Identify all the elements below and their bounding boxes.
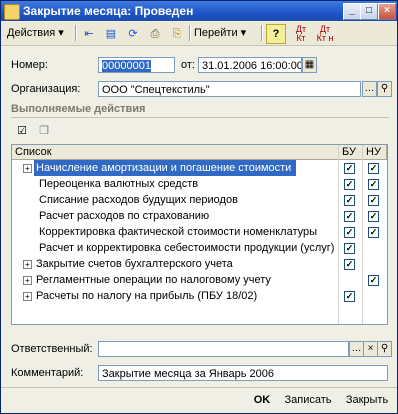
number-label: Номер: [11, 59, 48, 71]
title-bar[interactable]: Закрытие месяца: Проведен _ □ × [1, 1, 397, 21]
table-row[interactable]: + Закрытие счетов бухгалтерского учета ✓ [12, 256, 387, 272]
bu-checkbox[interactable]: ✓ [344, 163, 355, 174]
bu-checkbox[interactable]: ✓ [344, 179, 355, 190]
number-field[interactable]: 00000001 [98, 57, 175, 73]
print-icon[interactable]: ⎙ [145, 24, 165, 44]
column-header-bu: БУ [339, 145, 363, 159]
bu-checkbox[interactable]: ✓ [344, 259, 355, 270]
nu-checkbox[interactable]: ✓ [368, 163, 379, 174]
date-label: от: [181, 59, 195, 71]
nu-checkbox[interactable]: ✓ [368, 275, 379, 286]
row-label: Списание расходов будущих периодов [39, 194, 238, 206]
row-label: Переоценка валютных средств [39, 178, 199, 190]
minimize-button[interactable]: _ [343, 3, 361, 20]
table-row[interactable]: Переоценка валютных средств ✓ ✓ [12, 176, 387, 192]
nu-checkbox[interactable]: ✓ [368, 195, 379, 206]
comment-value: Закрытие месяца за Январь 2006 [102, 368, 275, 380]
table-row[interactable]: + Расчеты по налогу на прибыль (ПБУ 18/0… [12, 288, 387, 304]
select-ellipsis-button[interactable]: … [349, 341, 364, 357]
document-window: Закрытие месяца: Проведен _ □ × Действия… [0, 0, 398, 414]
table-header: Список БУ НУ [12, 145, 387, 160]
column-header-list: Список [12, 145, 339, 159]
row-label: Расчеты по налогу на прибыль (ПБУ 18/02) [36, 290, 258, 302]
table-row[interactable]: Списание расходов будущих периодов ✓ ✓ [12, 192, 387, 208]
document-icon [4, 4, 20, 20]
toolbar-separator [75, 25, 77, 41]
close-button[interactable]: Закрыть [341, 390, 393, 410]
dt-kt-label: Дт Кт [295, 24, 307, 43]
help-label: ? [272, 28, 280, 40]
bottom-bar: OK Записать Закрыть [1, 387, 397, 413]
responsible-label: Ответственный: [11, 343, 93, 355]
toolbar: Действия ▾ ⇤ ▤ ⟳ ⎙ ⎘ Перейти ▾ ? Дт Кт Д… [1, 22, 397, 46]
copy-document-icon[interactable]: ⎘ [167, 24, 187, 44]
bu-checkbox[interactable]: ✓ [344, 195, 355, 206]
table-row[interactable]: Корректировка фактической стоимости номе… [12, 224, 387, 240]
arrow-left-icon[interactable]: ⇤ [79, 24, 99, 44]
organization-value: ООО "Спецтекстиль" [102, 84, 210, 96]
organization-label: Организация: [11, 83, 81, 95]
search-icon[interactable]: ⚲ [377, 341, 392, 357]
number-value: 00000001 [102, 60, 151, 72]
document-edit-icon[interactable]: ▤ [101, 24, 121, 44]
calendar-icon[interactable]: ▦ [302, 57, 317, 73]
comment-label: Комментарий: [11, 367, 84, 379]
goto-menu-label: Перейти [194, 27, 238, 39]
organization-field[interactable]: ООО "Спецтекстиль" [98, 81, 361, 97]
row-label: Закрытие счетов бухгалтерского учета [36, 258, 233, 270]
help-icon[interactable]: ? [266, 24, 286, 44]
table-row[interactable]: Расчет и корректировка себестоимости про… [12, 240, 387, 256]
bu-checkbox[interactable]: ✓ [344, 211, 355, 222]
comment-field[interactable]: Закрытие месяца за Январь 2006 [98, 365, 388, 381]
actions-menu[interactable]: Действия ▾ [7, 24, 64, 42]
goto-menu[interactable]: Перейти ▾ [194, 24, 246, 42]
bu-checkbox[interactable]: ✓ [344, 291, 355, 302]
bu-checkbox[interactable]: ✓ [344, 243, 355, 254]
expand-icon[interactable]: + [23, 164, 32, 173]
bu-checkbox[interactable]: ✓ [344, 227, 355, 238]
row-label: Корректировка фактической стоимости номе… [39, 226, 318, 238]
nu-checkbox[interactable]: ✓ [368, 179, 379, 190]
maximize-button[interactable]: □ [360, 3, 378, 20]
dt-kt-n-label: Дт Кт н [316, 24, 334, 43]
dt-kt-n-icon[interactable]: Дт Кт н [315, 24, 335, 44]
uncheck-all-icon[interactable]: ❐ [35, 122, 53, 140]
clear-icon[interactable]: × [363, 341, 378, 357]
table-row[interactable]: + Регламентные операции по налоговому уч… [12, 272, 387, 288]
actions-menu-label: Действия [7, 27, 56, 39]
close-window-button[interactable]: × [378, 3, 396, 20]
date-value: 31.01.2006 16:00:00 [202, 60, 302, 72]
row-label: Расчет расходов по страхованию [39, 210, 210, 222]
expand-icon[interactable]: + [23, 260, 32, 269]
row-label: Начисление амортизации и погашение стоим… [34, 160, 296, 176]
toolbar-separator [189, 25, 191, 41]
save-button[interactable]: Записать [281, 390, 335, 410]
window-title: Закрытие месяца: Проведен [23, 4, 194, 18]
section-title: Выполняемые действия [11, 103, 146, 115]
select-ellipsis-button[interactable]: … [362, 81, 377, 97]
date-field[interactable]: 31.01.2006 16:00:00 [198, 57, 302, 73]
dt-kt-icon[interactable]: Дт Кт [291, 24, 311, 44]
ok-button[interactable]: OK [249, 390, 275, 410]
nu-checkbox[interactable]: ✓ [368, 211, 379, 222]
row-label: Регламентные операции по налоговому учет… [36, 274, 271, 286]
toolbar-separator [261, 25, 263, 41]
column-header-nu: НУ [363, 145, 387, 159]
expand-icon[interactable]: + [23, 292, 32, 301]
table-row[interactable]: + Начисление амортизации и погашение сто… [12, 160, 387, 176]
section-divider [11, 117, 389, 118]
check-all-icon[interactable]: ☑ [13, 122, 31, 140]
actions-table: Список БУ НУ + Начисление амортизации и … [11, 144, 388, 325]
nu-checkbox[interactable]: ✓ [368, 227, 379, 238]
responsible-field[interactable] [98, 341, 349, 357]
table-row[interactable]: Расчет расходов по страхованию ✓ ✓ [12, 208, 387, 224]
refresh-icon[interactable]: ⟳ [123, 24, 143, 44]
search-icon[interactable]: ⚲ [377, 81, 392, 97]
row-label: Расчет и корректировка себестоимости про… [39, 242, 334, 254]
expand-icon[interactable]: + [23, 276, 32, 285]
